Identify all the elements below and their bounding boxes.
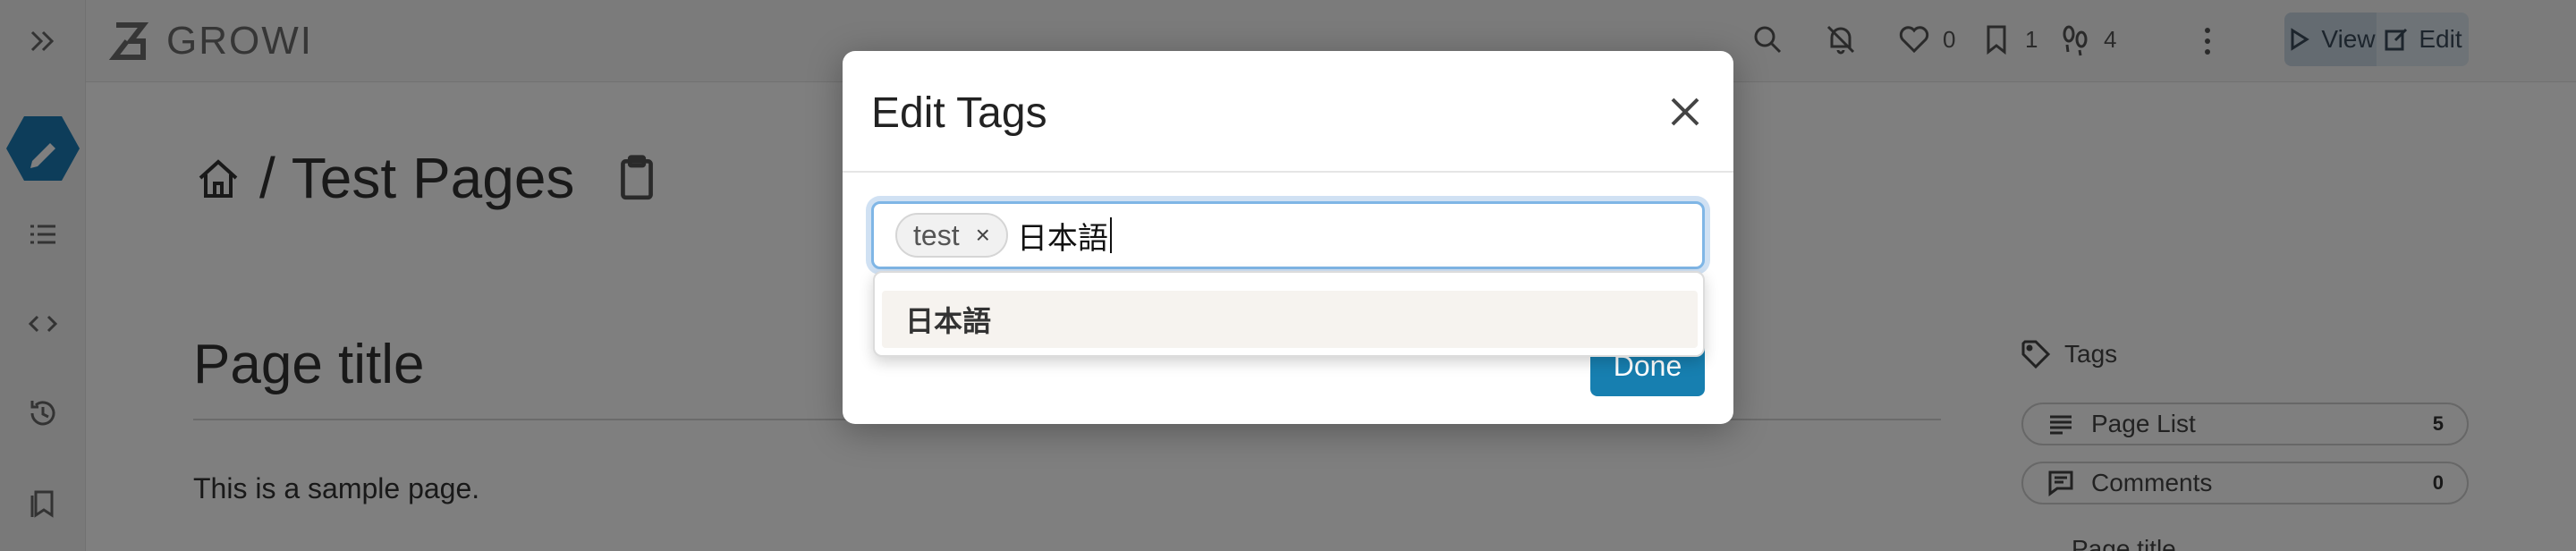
modal-header: Edit Tags xyxy=(843,51,1733,173)
text-caret xyxy=(1109,217,1112,253)
edit-tags-modal: Edit Tags test × 日本語 Done 日本語 xyxy=(843,51,1733,424)
tag-chip: test × xyxy=(895,213,1008,258)
tags-input-text[interactable]: 日本語 xyxy=(1017,214,1112,258)
tags-input[interactable]: test × 日本語 xyxy=(871,201,1705,269)
suggestion-item[interactable]: 日本語 xyxy=(882,291,1698,348)
tag-suggestions-dropdown: 日本語 xyxy=(873,271,1705,357)
modal-title: Edit Tags xyxy=(871,89,1047,137)
tag-remove-icon[interactable]: × xyxy=(976,221,990,250)
close-button[interactable] xyxy=(1664,90,1707,133)
tag-chip-label: test xyxy=(913,218,960,251)
typed-value: 日本語 xyxy=(1016,221,1108,256)
close-icon xyxy=(1671,97,1699,126)
